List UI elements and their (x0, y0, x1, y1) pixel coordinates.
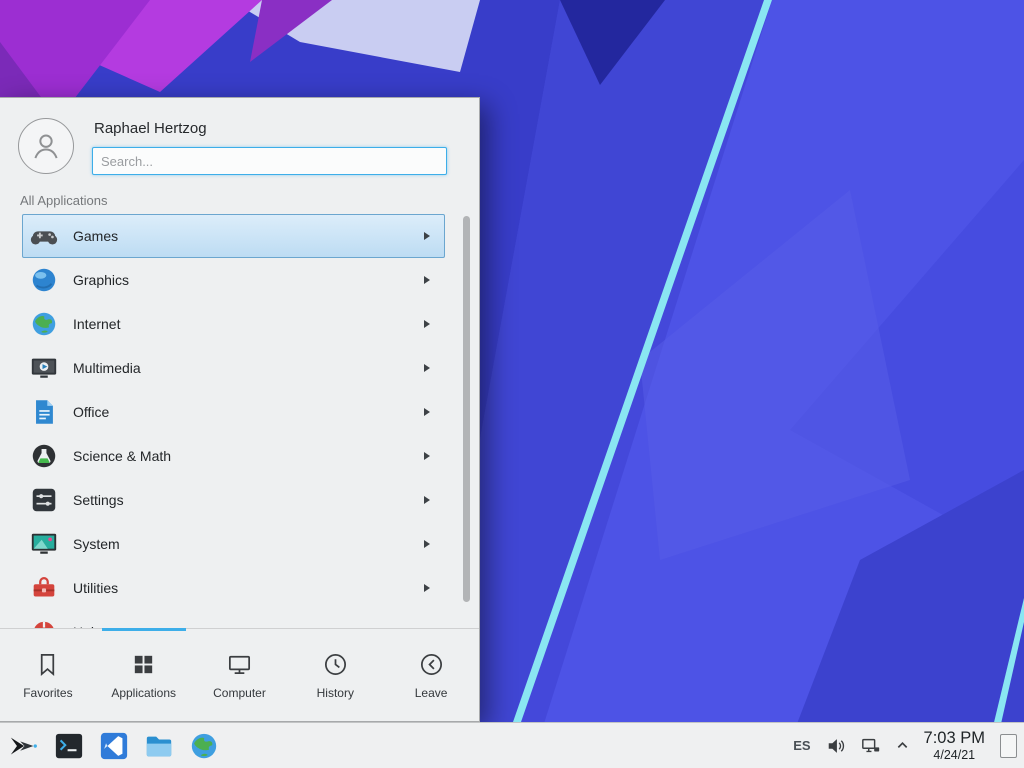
category-label: Utilities (73, 580, 424, 596)
category-label: Settings (73, 492, 424, 508)
category-label: Science & Math (73, 448, 424, 464)
tab-history[interactable]: History (287, 629, 383, 721)
gamepad-icon (29, 221, 59, 251)
graphics-icon (29, 265, 59, 295)
launcher-header: Raphael Hertzog (0, 98, 479, 181)
all-applications-label: All Applications (0, 181, 479, 210)
network-icon[interactable] (861, 736, 881, 756)
expand-arrow-icon[interactable] (896, 739, 909, 752)
clock-date: 4/24/21 (933, 748, 975, 762)
submenu-arrow-icon (424, 276, 430, 284)
computer-icon (226, 651, 253, 678)
category-label: Multimedia (73, 360, 424, 376)
taskbar-pinned-apps (0, 731, 219, 761)
user-avatar (18, 118, 74, 174)
show-desktop-button[interactable] (1000, 734, 1017, 758)
leave-icon (418, 651, 445, 678)
tab-leave[interactable]: Leave (383, 629, 479, 721)
category-system[interactable]: System (22, 522, 445, 566)
submenu-arrow-icon (424, 364, 430, 372)
category-settings[interactable]: Settings (22, 478, 445, 522)
category-label: Games (73, 228, 424, 244)
app-grid-icon (130, 651, 157, 678)
tab-label: Favorites (23, 686, 72, 700)
tab-computer[interactable]: Computer (192, 629, 288, 721)
help-icon (29, 617, 59, 628)
science-icon (29, 441, 59, 471)
submenu-arrow-icon (424, 232, 430, 240)
search-input[interactable] (92, 147, 447, 175)
app-launcher-icon[interactable] (9, 731, 39, 761)
submenu-arrow-icon (424, 540, 430, 548)
system-tray: ES 7:03 PM 4/24/21 (793, 729, 1024, 762)
toolbox-icon (29, 573, 59, 603)
keyboard-layout-indicator[interactable]: ES (793, 738, 810, 753)
application-launcher-popup: Raphael Hertzog All Applications (0, 97, 480, 722)
settings-icon (29, 485, 59, 515)
category-label: Office (73, 404, 424, 420)
category-list-area: Games Graphics (0, 212, 479, 628)
tab-favorites[interactable]: Favorites (0, 629, 96, 721)
history-clock-icon (322, 651, 349, 678)
system-monitor-icon (29, 529, 59, 559)
category-multimedia[interactable]: Multimedia (22, 346, 445, 390)
category-internet[interactable]: Internet (22, 302, 445, 346)
submenu-arrow-icon (424, 584, 430, 592)
submenu-arrow-icon (424, 320, 430, 328)
tab-label: Applications (111, 686, 176, 700)
taskbar: ES 7:03 PM 4/24/21 (0, 722, 1024, 768)
desktop: Raphael Hertzog All Applications (0, 0, 1024, 768)
category-utilities[interactable]: Utilities (22, 566, 445, 610)
submenu-arrow-icon (424, 496, 430, 504)
category-label: Internet (73, 316, 424, 332)
tab-label: Leave (415, 686, 448, 700)
submenu-arrow-icon (424, 452, 430, 460)
file-manager-icon[interactable] (144, 731, 174, 761)
code-editor-icon[interactable] (99, 731, 129, 761)
category-help[interactable]: Help (22, 610, 445, 628)
clock-widget[interactable]: 7:03 PM 4/24/21 (924, 729, 985, 762)
launcher-tabbar: Favorites Applications Computer (0, 628, 479, 721)
bookmark-icon (34, 651, 61, 678)
category-label: System (73, 536, 424, 552)
tab-applications[interactable]: Applications (96, 629, 192, 721)
submenu-arrow-icon (424, 408, 430, 416)
globe-icon (29, 309, 59, 339)
user-name: Raphael Hertzog (94, 120, 447, 137)
person-icon (29, 129, 63, 163)
clock-time: 7:03 PM (924, 729, 985, 748)
category-graphics[interactable]: Graphics (22, 258, 445, 302)
office-document-icon (29, 397, 59, 427)
web-browser-icon[interactable] (189, 731, 219, 761)
volume-icon[interactable] (826, 736, 846, 756)
category-office[interactable]: Office (22, 390, 445, 434)
category-science-math[interactable]: Science & Math (22, 434, 445, 478)
scrollbar-thumb[interactable] (463, 216, 470, 602)
category-list: Games Graphics (0, 214, 479, 628)
category-label: Graphics (73, 272, 424, 288)
tab-label: History (317, 686, 354, 700)
tab-label: Computer (213, 686, 266, 700)
category-games[interactable]: Games (22, 214, 445, 258)
terminal-icon[interactable] (54, 731, 84, 761)
multimedia-icon (29, 353, 59, 383)
